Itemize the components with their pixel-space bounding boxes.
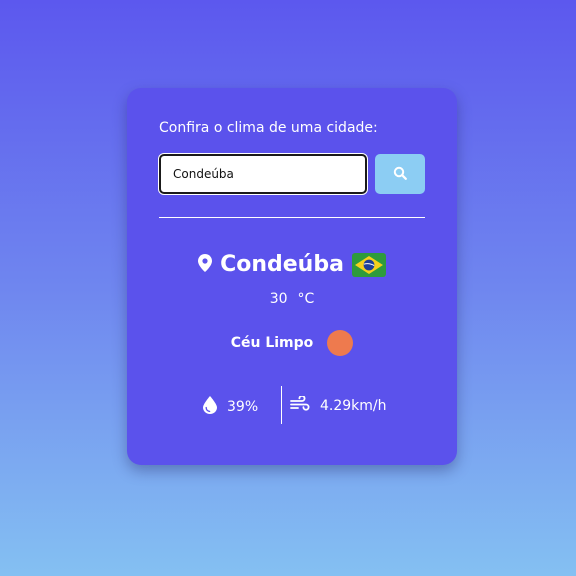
wind-value: 4.29km/h — [320, 398, 387, 414]
search-button[interactable] — [375, 154, 425, 194]
map-marker-icon — [198, 253, 213, 276]
temperature-unit: °C — [297, 291, 315, 307]
weather-condition-icon — [327, 330, 354, 356]
details-row: 39% 4.29km/h — [127, 386, 457, 426]
description-row: Céu Limpo — [127, 330, 457, 356]
temperature-value: 30 — [269, 291, 288, 307]
search-icon — [393, 166, 407, 183]
weather-description: Céu Limpo — [230, 335, 314, 351]
city-row: Condeúba — [127, 252, 457, 277]
brazil-flag-icon — [351, 252, 386, 277]
city-search-input[interactable] — [159, 154, 367, 194]
humidity-value: 39% — [227, 399, 259, 415]
temperature-row: 30 °C — [127, 291, 457, 307]
wind-detail: 4.29km/h — [290, 394, 387, 416]
weather-card: Confira o clima de uma cidade: Condeúba — [127, 88, 457, 465]
divider — [159, 217, 425, 218]
details-divider — [281, 386, 282, 424]
wind-icon — [290, 394, 310, 416]
city-name: Condeúba — [220, 252, 344, 277]
humidity-detail: 39% — [203, 396, 258, 418]
search-prompt: Confira o clima de uma cidade: — [159, 120, 378, 136]
water-drop-icon — [203, 396, 217, 418]
